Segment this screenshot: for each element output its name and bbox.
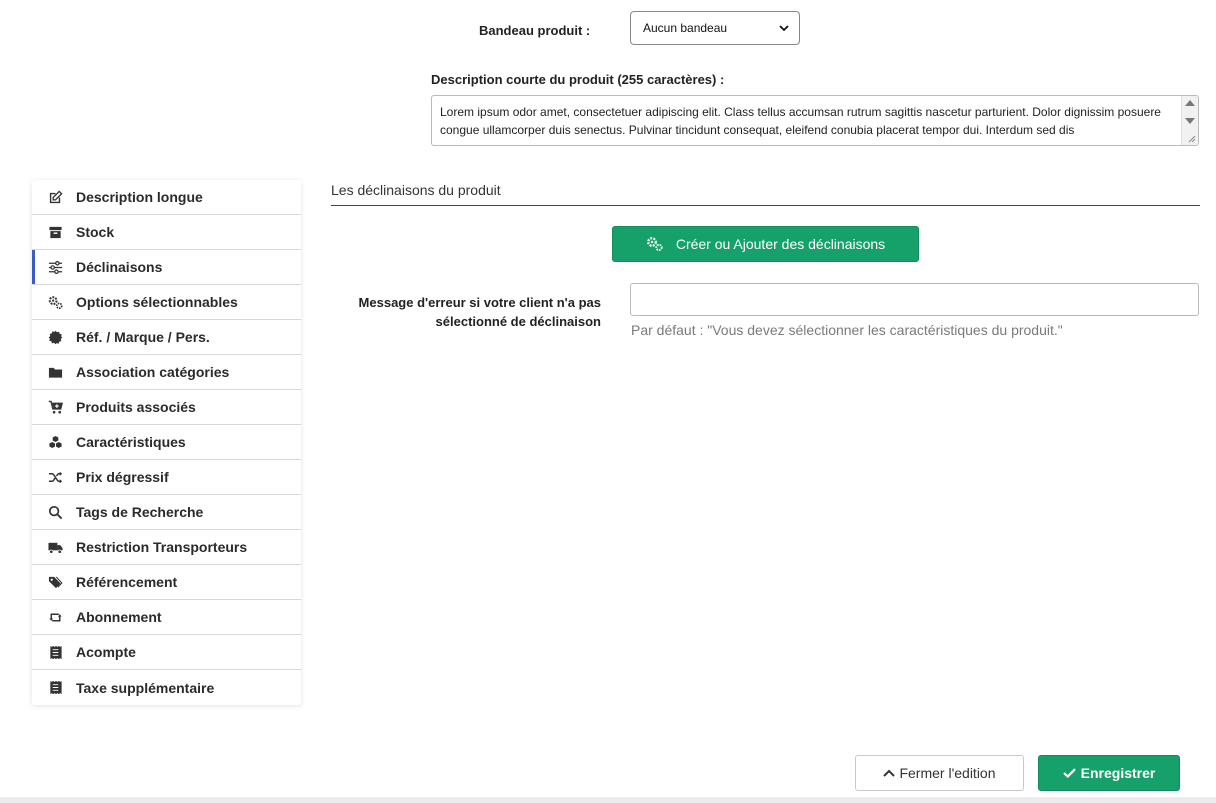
sidebar-item-options-selectionnables[interactable]: Options sélectionnables	[32, 285, 301, 320]
create-declinaisons-label: Créer ou Ajouter des déclinaisons	[675, 236, 886, 252]
sidebar-item-ref-marque-pers[interactable]: Réf. / Marque / Pers.	[32, 320, 301, 355]
short-description-text: Lorem ipsum odor amet, consectetuer adip…	[440, 105, 1161, 137]
cogs-icon	[47, 294, 63, 310]
tags-icon	[47, 574, 63, 590]
sidebar-item-label: Association catégories	[76, 364, 230, 380]
sidebar-item-label: Acompte	[76, 644, 136, 660]
sidebar-item-label: Caractéristiques	[76, 434, 186, 450]
certificate-icon	[47, 329, 63, 345]
error-message-input[interactable]	[630, 283, 1199, 316]
product-tabs-sidebar: Description longue Stock Déclinaisons Op…	[32, 180, 301, 705]
sidebar-item-tags-de-recherche[interactable]: Tags de Recherche	[32, 495, 301, 530]
chevron-down-icon	[779, 24, 789, 32]
scroll-up-icon[interactable]	[1185, 100, 1195, 106]
banner-select[interactable]: Aucun bandeau	[630, 11, 800, 45]
cart-plus-icon	[47, 399, 63, 415]
save-label: Enregistrer	[1080, 765, 1156, 781]
sidebar-item-stock[interactable]: Stock	[32, 215, 301, 250]
check-icon	[1062, 768, 1076, 778]
sidebar-item-prix-degressif[interactable]: Prix dégressif	[32, 460, 301, 495]
sidebar-item-declinaisons[interactable]: Déclinaisons	[32, 250, 301, 285]
product-edit-page: Bandeau produit : Aucun bandeau Descript…	[0, 0, 1216, 803]
sidebar-item-taxe-supplementaire[interactable]: Taxe supplémentaire	[32, 670, 301, 705]
sidebar-item-label: Réf. / Marque / Pers.	[76, 329, 210, 345]
create-declinaisons-button[interactable]: Créer ou Ajouter des déclinaisons	[612, 226, 919, 262]
sidebar-item-caracteristiques[interactable]: Caractéristiques	[32, 425, 301, 460]
close-edit-label: Fermer l'edition	[899, 765, 996, 781]
cubes-icon	[47, 434, 63, 450]
sidebar-item-abonnement[interactable]: Abonnement	[32, 600, 301, 635]
sidebar-item-label: Taxe supplémentaire	[76, 679, 215, 696]
receipt-icon	[47, 644, 63, 660]
close-edit-button[interactable]: Fermer l'edition	[855, 755, 1024, 791]
sidebar-item-label: Prix dégressif	[76, 469, 169, 485]
sidebar-item-label: Référencement	[76, 574, 178, 590]
sliders-icon	[47, 259, 63, 275]
edit-icon	[47, 189, 63, 205]
sidebar-item-label: Stock	[76, 224, 115, 240]
banner-select-value: Aucun bandeau	[643, 21, 728, 35]
archive-icon	[47, 224, 63, 240]
sidebar-item-referencement[interactable]: Référencement	[32, 565, 301, 600]
short-description-label: Description courte du produit (255 carac…	[431, 72, 725, 87]
retweet-icon	[47, 609, 63, 625]
resize-grip-icon[interactable]	[1188, 135, 1196, 143]
sidebar-item-label: Produits associés	[76, 399, 196, 415]
scroll-down-icon[interactable]	[1185, 118, 1195, 124]
chevron-up-icon	[883, 769, 896, 777]
truck-icon	[47, 539, 63, 555]
save-button[interactable]: Enregistrer	[1038, 755, 1180, 791]
section-divider	[331, 205, 1200, 206]
error-message-help: Par défaut : "Vous devez sélectionner le…	[631, 322, 1063, 338]
sidebar-item-produits-associes[interactable]: Produits associés	[32, 390, 301, 425]
sidebar-item-description-longue[interactable]: Description longue	[32, 180, 301, 215]
sidebar-item-restriction-transporteurs[interactable]: Restriction Transporteurs	[32, 530, 301, 565]
sidebar-item-association-categories[interactable]: Association catégories	[32, 355, 301, 390]
sidebar-item-label: Déclinaisons	[76, 259, 163, 275]
sidebar-item-acompte[interactable]: Acompte	[32, 635, 301, 670]
folder-icon	[47, 364, 63, 380]
banner-label: Bandeau produit :	[479, 23, 591, 38]
sidebar-item-label: Tags de Recherche	[76, 504, 204, 520]
sidebar-item-label: Abonnement	[76, 609, 162, 625]
short-description-textarea[interactable]: Lorem ipsum odor amet, consectetuer adip…	[431, 95, 1199, 146]
error-message-label: Message d'erreur si votre client n'a pas…	[358, 295, 601, 329]
search-icon	[47, 504, 63, 520]
sidebar-item-label: Options sélectionnables	[76, 294, 238, 310]
horizontal-scrollbar[interactable]	[0, 797, 1216, 803]
cogs-icon	[646, 236, 664, 252]
section-title: Les déclinaisons du produit	[331, 182, 501, 198]
sidebar-item-label: Description longue	[76, 189, 203, 205]
shuffle-icon	[47, 469, 63, 485]
receipt-icon	[47, 680, 63, 696]
sidebar-item-label: Restriction Transporteurs	[76, 539, 248, 555]
